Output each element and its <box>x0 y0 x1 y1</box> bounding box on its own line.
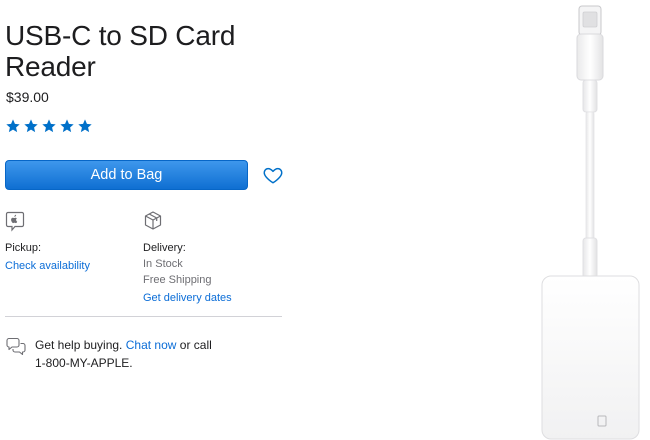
star-icon <box>5 118 21 134</box>
add-to-bag-label: Add to Bag <box>90 167 163 183</box>
star-icon <box>59 118 75 134</box>
help-text-before: Get help buying. <box>35 338 123 352</box>
delivery-section: Delivery: In Stock Free Shipping Get del… <box>143 210 283 306</box>
help-phone: 1-800-MY-APPLE. <box>35 356 133 370</box>
product-image <box>520 0 650 440</box>
check-availability-link[interactable]: Check availability <box>5 258 90 274</box>
pickup-section: Pickup: Check availability <box>5 210 135 274</box>
pickup-label: Pickup: <box>5 242 42 254</box>
divider <box>5 316 282 317</box>
product-price: $39.00 <box>6 89 49 105</box>
chat-now-link[interactable]: Chat now <box>126 338 177 352</box>
star-rating <box>5 118 93 134</box>
help-section: Get help buying. Chat now or call 1-800-… <box>5 336 265 372</box>
shipping-info: Free Shipping <box>143 274 212 286</box>
delivery-label: Delivery: <box>143 242 186 254</box>
apple-store-icon <box>5 211 25 232</box>
help-text-after: or call <box>179 338 212 352</box>
heart-icon[interactable] <box>262 164 284 186</box>
chat-bubbles-icon <box>6 337 26 355</box>
help-text: Get help buying. Chat now or call 1-800-… <box>35 336 212 372</box>
star-icon <box>23 118 39 134</box>
box-icon <box>144 211 162 230</box>
product-title: USB-C to SD Card Reader <box>5 20 236 82</box>
stock-status: In Stock <box>143 258 183 270</box>
add-to-bag-button[interactable]: Add to Bag <box>5 160 248 190</box>
star-icon <box>41 118 57 134</box>
star-icon <box>77 118 93 134</box>
delivery-dates-link[interactable]: Get delivery dates <box>143 290 232 306</box>
